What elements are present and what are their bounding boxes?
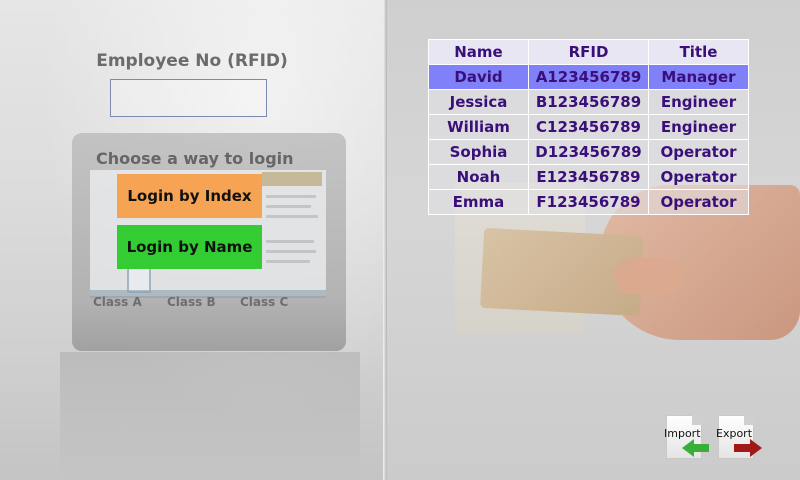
table-header-row: Name RFID Title: [428, 39, 749, 65]
cell-title: Operator: [648, 139, 749, 165]
cell-name: Noah: [428, 164, 529, 190]
finger-photo: [614, 258, 684, 294]
class-c-label: Class C: [240, 295, 289, 309]
arrow-right-shaft: [734, 444, 750, 452]
cell-name: Jessica: [428, 89, 529, 115]
cell-title: Manager: [648, 64, 749, 90]
cell-rfid: E123456789: [528, 164, 649, 190]
table-row[interactable]: Noah E123456789 Operator: [428, 164, 749, 190]
screen-line: [266, 195, 316, 198]
class-b-label: Class B: [167, 295, 216, 309]
cell-name: David: [428, 64, 529, 90]
cell-title: Engineer: [648, 114, 749, 140]
arrow-right-icon: [750, 439, 762, 457]
cell-rfid: D123456789: [528, 139, 649, 165]
cell-rfid: F123456789: [528, 189, 649, 215]
cell-rfid: A123456789: [528, 64, 649, 90]
cell-name: William: [428, 114, 529, 140]
page-fold-icon: [692, 415, 702, 425]
column-header-name[interactable]: Name: [428, 39, 529, 65]
table-row[interactable]: William C123456789 Engineer: [428, 114, 749, 140]
screen-line: [266, 205, 311, 208]
cell-name: Emma: [428, 189, 529, 215]
cell-title: Engineer: [648, 89, 749, 115]
tablet-screen-header: [262, 172, 322, 186]
table-row[interactable]: Jessica B123456789 Engineer: [428, 89, 749, 115]
login-by-name-button[interactable]: Login by Name: [117, 225, 262, 269]
arrow-left-shaft: [693, 444, 709, 452]
cell-title: Operator: [648, 189, 749, 215]
screen-line: [266, 260, 310, 263]
screen-line: [266, 240, 314, 243]
table-row[interactable]: David A123456789 Manager: [428, 64, 749, 90]
cell-rfid: C123456789: [528, 114, 649, 140]
cell-name: Sophia: [428, 139, 529, 165]
export-button[interactable]: Export: [716, 415, 764, 461]
login-by-index-button[interactable]: Login by Index: [117, 174, 262, 218]
table-row[interactable]: Sophia D123456789 Operator: [428, 139, 749, 165]
choose-login-label: Choose a way to login: [96, 149, 294, 168]
page-fold-icon: [744, 415, 754, 425]
column-header-rfid[interactable]: RFID: [528, 39, 649, 65]
screen-line: [266, 215, 318, 218]
screen-line: [266, 250, 316, 253]
cell-title: Operator: [648, 164, 749, 190]
tablet-reflection: [60, 352, 360, 480]
export-label: Export: [716, 427, 753, 440]
cell-rfid: B123456789: [528, 89, 649, 115]
employee-no-label: Employee No (RFID): [96, 51, 288, 71]
import-button[interactable]: Import: [664, 415, 712, 461]
class-a-label: Class A: [93, 295, 142, 309]
employee-no-input[interactable]: [110, 79, 267, 117]
column-header-title[interactable]: Title: [648, 39, 749, 65]
table-row[interactable]: Emma F123456789 Operator: [428, 189, 749, 215]
employee-table: Name RFID Title David A123456789 Manager…: [428, 39, 749, 215]
